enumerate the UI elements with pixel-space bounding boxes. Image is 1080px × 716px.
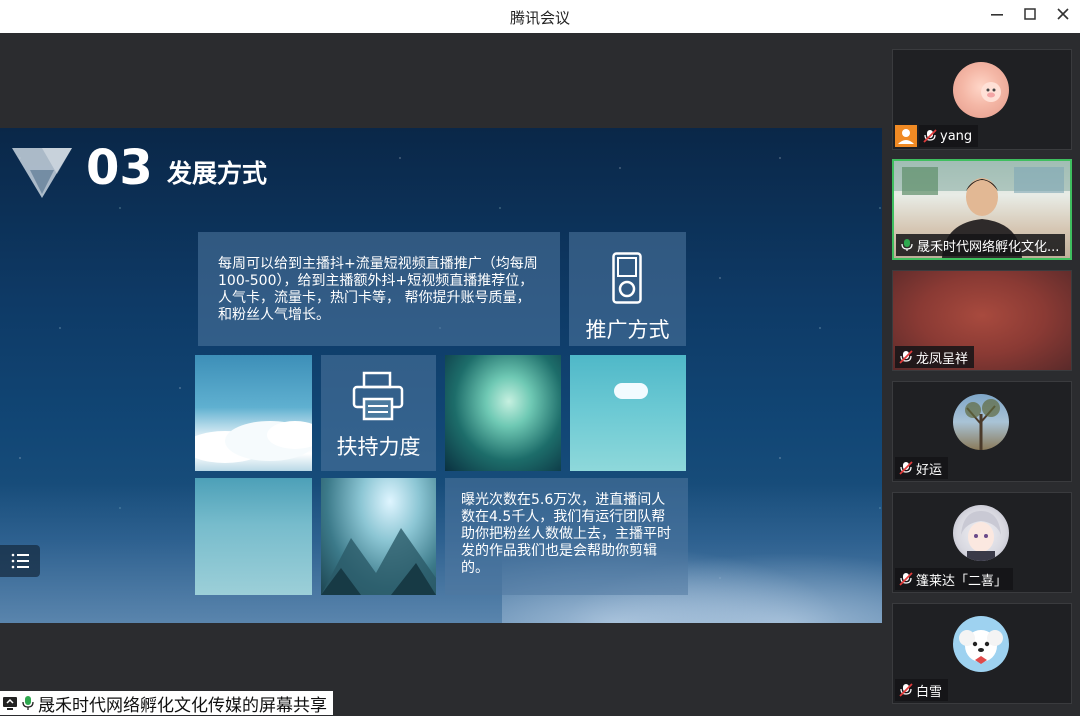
mountains-art — [321, 528, 436, 595]
participant-nametag: 龙凤呈祥 — [895, 346, 975, 368]
avatar — [953, 62, 1009, 118]
participant-nametag: 篷莱达「二喜」 — [895, 568, 1014, 590]
stats-text: 曝光次数在5.6万次，进直播间人数在4.5千人，我们有运行团队帮助你把粉丝人数做… — [461, 492, 671, 576]
host-badge-icon — [895, 125, 917, 147]
ice-image — [195, 478, 312, 595]
screen-share-text: 晟禾时代网络孵化文化传媒的屏幕共享 — [38, 695, 327, 716]
forest-image — [321, 478, 436, 595]
avatar — [953, 394, 1009, 450]
printer-icon — [352, 371, 404, 421]
participant-nametag: yang — [919, 125, 979, 147]
participant-nametag: 白雪 — [895, 679, 949, 701]
participant-name: 晟禾时代网络孵化文化... — [917, 239, 1060, 255]
clouds-art — [195, 421, 312, 463]
participant-name: yang — [940, 128, 973, 144]
support-label: 扶持力度 — [336, 435, 421, 459]
avatar — [953, 505, 1009, 561]
promo-tile: 推广方式 — [569, 232, 686, 346]
participant-name: 好运 — [916, 462, 943, 478]
puppy-avatar-art — [959, 630, 1003, 664]
participant-card-penglaida[interactable]: 篷莱达「二喜」 — [892, 492, 1072, 593]
section-logo-icon — [12, 148, 72, 198]
muted-mic-icon — [899, 350, 913, 364]
intro-text: 每周可以给到主播抖+流量短视频直播推广（均每周100-500），给到主播额外抖+… — [218, 256, 538, 323]
shared-slide: 03 发展方式 每周可以给到主播抖+流量短视频直播推广（均每周100-500），… — [0, 128, 882, 623]
slide-list-button[interactable] — [0, 545, 40, 577]
participant-card-yang[interactable]: yang — [892, 49, 1072, 150]
support-tile: 扶持力度 — [321, 355, 436, 471]
tree-avatar-art — [965, 399, 1000, 450]
window-title: 腾讯会议 — [509, 9, 570, 27]
intro-panel: 每周可以给到主播抖+流量短视频直播推广（均每周100-500），给到主播额外抖+… — [198, 232, 560, 346]
avatar-art — [981, 82, 1001, 102]
muted-mic-icon — [899, 572, 913, 586]
participant-card-haoyun[interactable]: 好运 — [892, 381, 1072, 482]
microphone-icon — [901, 239, 913, 251]
participant-card-longfeng[interactable]: 龙凤呈祥 — [892, 270, 1072, 371]
anime-avatar-art — [961, 511, 1001, 561]
sky-image — [570, 355, 686, 471]
ipod-icon — [612, 252, 642, 304]
muted-mic-icon — [899, 683, 913, 697]
participant-name: 篷莱达「二喜」 — [916, 573, 1008, 589]
section-title: 发展方式 — [167, 159, 268, 188]
close-icon[interactable] — [1050, 4, 1076, 28]
participant-nametag: 晟禾时代网络孵化文化... — [896, 234, 1066, 256]
screen-share-icon — [3, 697, 17, 710]
stats-panel: 曝光次数在5.6万次，进直播间人数在4.5千人，我们有运行团队帮助你把粉丝人数做… — [445, 478, 688, 595]
minimize-icon[interactable] — [984, 4, 1010, 28]
clouds-image — [195, 355, 312, 471]
muted-mic-icon — [899, 461, 913, 475]
small-cloud — [614, 383, 648, 399]
avatar — [953, 616, 1009, 672]
participant-card-active-speaker[interactable]: 晟禾时代网络孵化文化... — [892, 159, 1072, 260]
title-bar: 腾讯会议 — [0, 0, 1080, 33]
promo-label: 推广方式 — [585, 318, 670, 342]
section-number: 03 — [86, 140, 153, 196]
participant-name: 白雪 — [916, 684, 943, 700]
muted-mic-icon — [923, 129, 937, 143]
maximize-icon[interactable] — [1017, 4, 1043, 28]
screen-share-stage: 03 发展方式 每周可以给到主播抖+流量短视频直播推广（均每周100-500），… — [0, 33, 882, 715]
participant-nametag: 好运 — [895, 457, 949, 479]
light-rays-image — [445, 355, 561, 471]
participant-card-baixue[interactable]: 白雪 — [892, 603, 1072, 704]
participant-name: 龙凤呈祥 — [916, 351, 969, 367]
participant-panel: yang 晟禾时代网络孵化文化... 龙凤呈祥 好运 篷莱达「二喜」 白雪 — [882, 33, 1080, 715]
microphone-icon — [22, 696, 34, 710]
list-icon — [11, 553, 29, 569]
screen-share-label: 晟禾时代网络孵化文化传媒的屏幕共享 — [0, 691, 333, 716]
